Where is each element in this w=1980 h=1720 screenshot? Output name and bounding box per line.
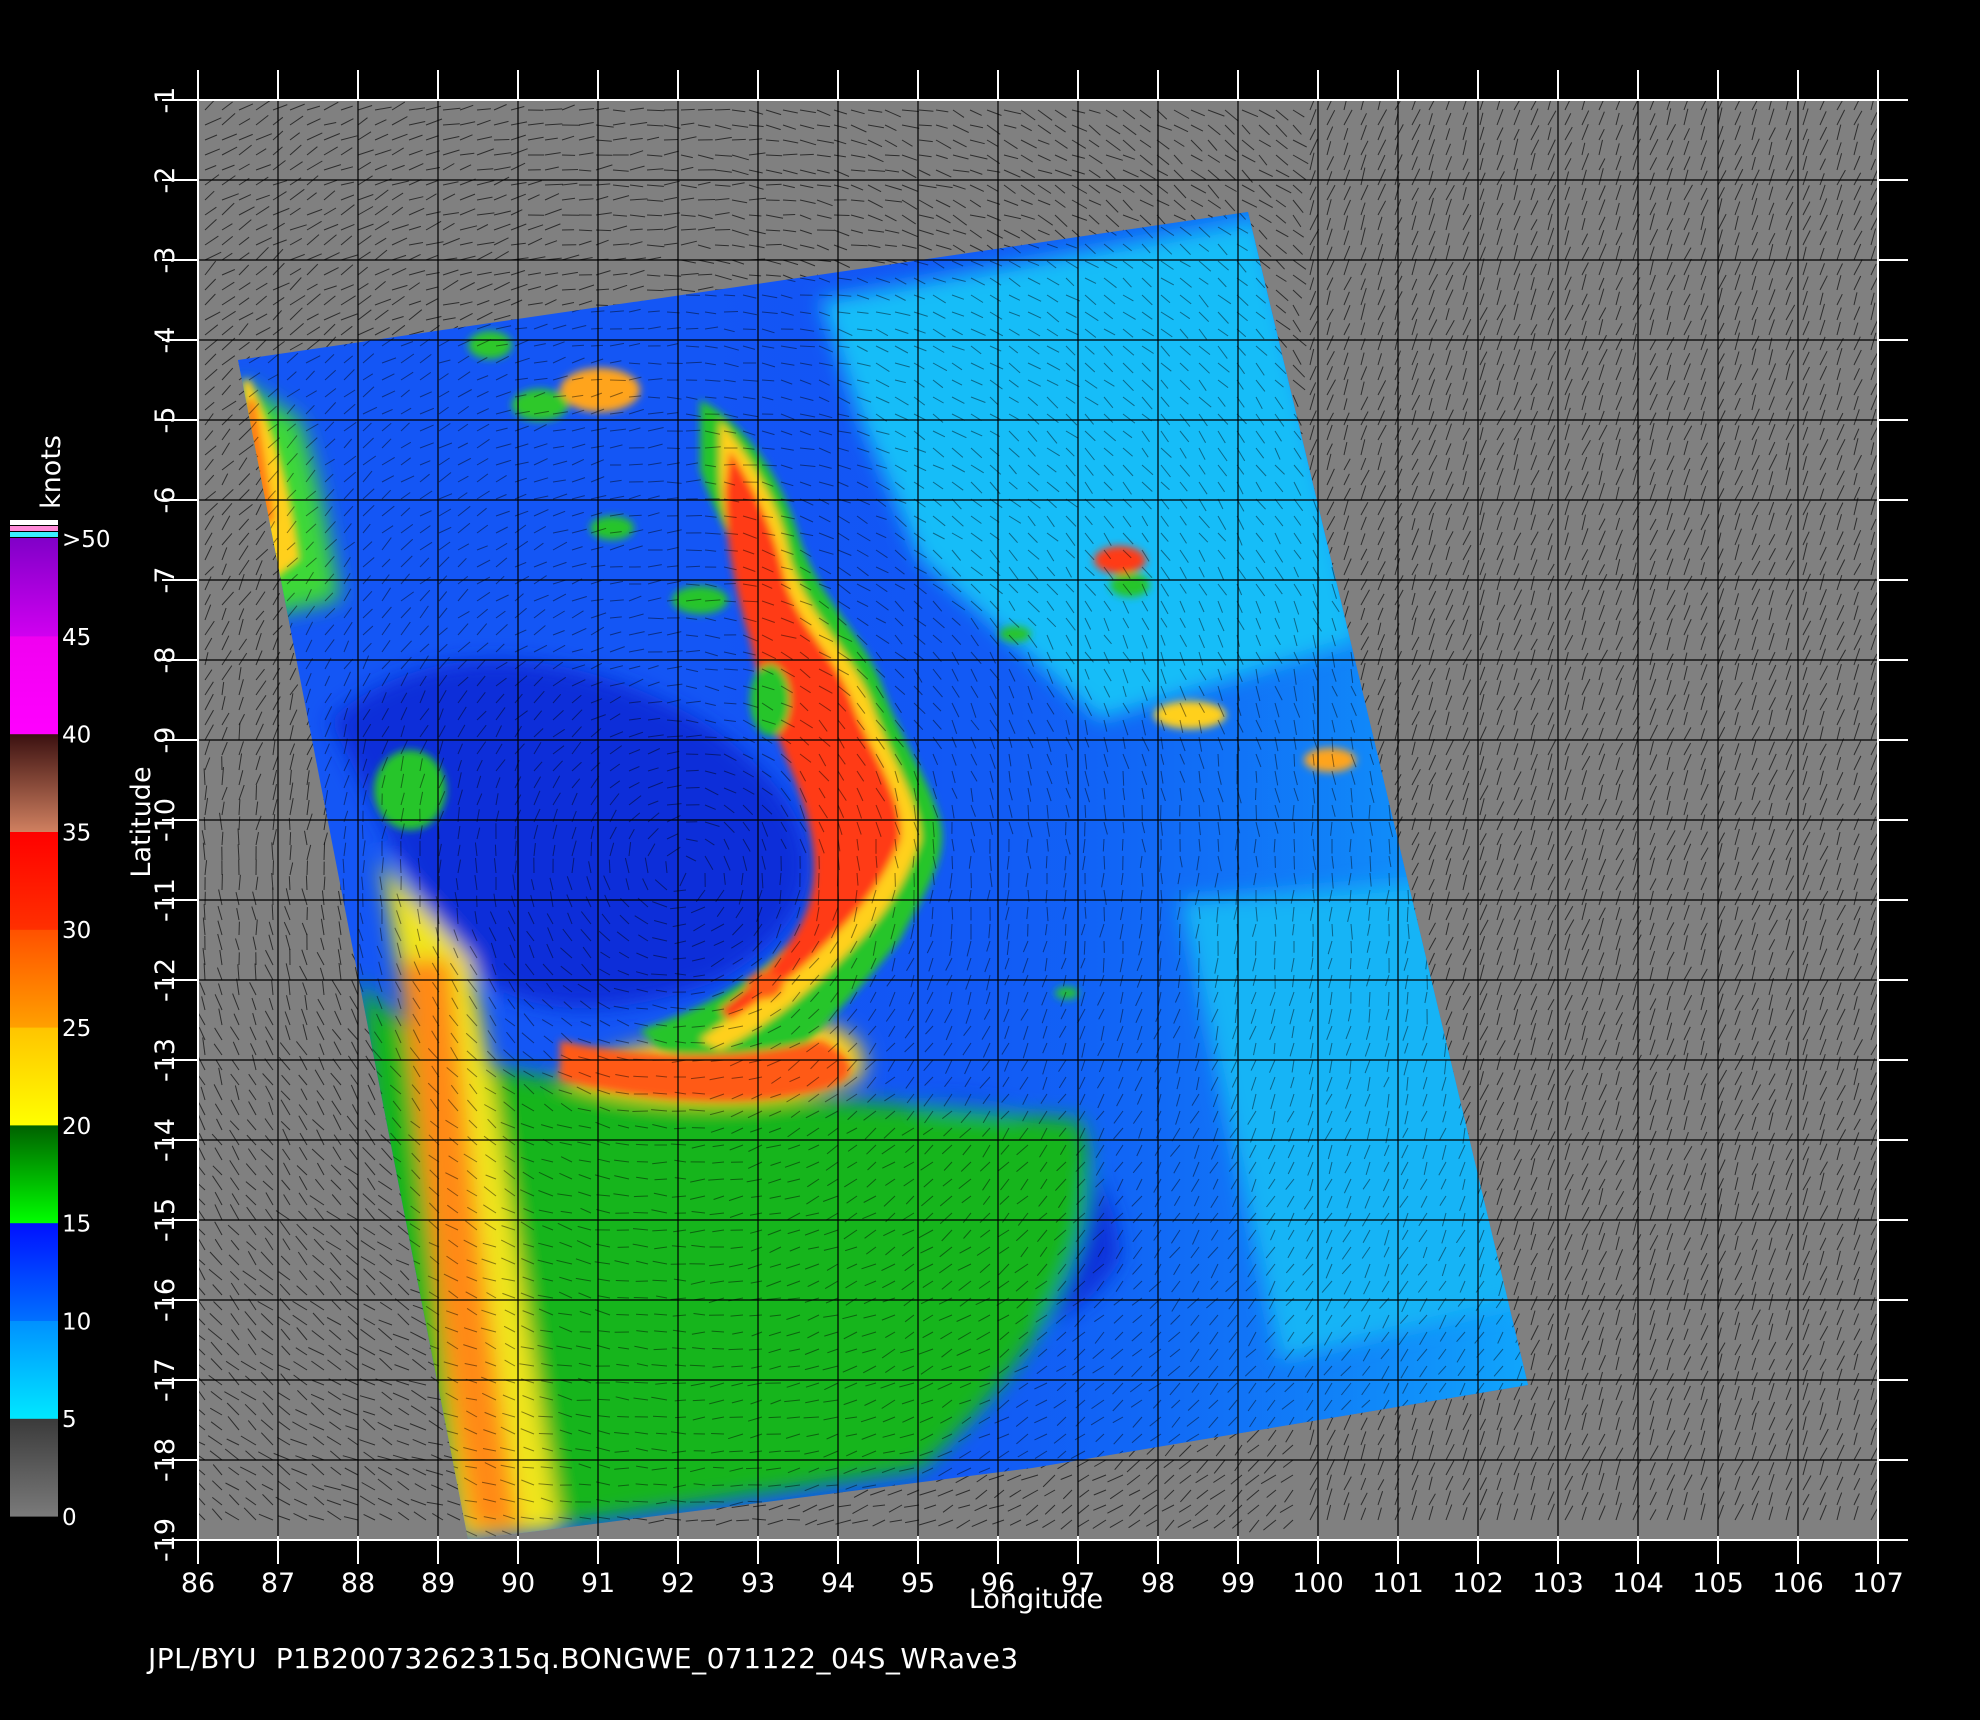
y-tick-label: -19	[150, 1518, 181, 1562]
x-tick-label: 86	[181, 1568, 215, 1599]
y-tick-label: -7	[150, 567, 181, 594]
y-tick-label: -3	[150, 247, 181, 274]
colorbar-band	[10, 1320, 58, 1419]
y-tick-label: -4	[150, 327, 181, 354]
colorbar-band	[10, 929, 58, 1028]
colorbar-band	[10, 1027, 58, 1126]
y-tick-label: -8	[150, 647, 181, 674]
x-tick-label: 90	[501, 1568, 535, 1599]
x-tick-label: 101	[1372, 1568, 1424, 1599]
colorbar-tick-label: 45	[62, 625, 91, 651]
y-tick-label: -17	[150, 1358, 181, 1402]
x-tick-label: 103	[1532, 1568, 1584, 1599]
colorbar-cap	[10, 532, 58, 537]
colorbar-tick-label: 40	[62, 723, 91, 749]
y-tick-label: -15	[150, 1198, 181, 1242]
y-tick-label: -2	[150, 167, 181, 194]
x-tick-label: 92	[661, 1568, 695, 1599]
colorbar-title: knots	[36, 435, 67, 509]
x-tick-label: 100	[1292, 1568, 1344, 1599]
x-axis-title: Longitude	[969, 1584, 1103, 1615]
colorbar-tick-label: 5	[62, 1407, 77, 1433]
colorbar-tick-label: 20	[62, 1114, 91, 1140]
y-tick-label: -13	[150, 1038, 181, 1082]
colorbar-band	[10, 1418, 58, 1517]
colorbar-cap	[10, 526, 58, 531]
wind-speed-map: 86 87 88 89 90 91 92 93 94 95 96 97 98 99 100 101 102 103…	[10, 70, 1908, 1615]
x-tick-label: 93	[741, 1568, 775, 1599]
y-tick-label: -12	[150, 958, 181, 1002]
colorbar-tick-label: 35	[62, 820, 91, 846]
y-tick-label: -11	[150, 878, 181, 922]
x-tick-label: 87	[261, 1568, 295, 1599]
x-tick-label: 105	[1692, 1568, 1744, 1599]
colorbar-tick-label: 0	[62, 1505, 77, 1531]
x-tick-label: 102	[1452, 1568, 1504, 1599]
colorbar-band	[10, 538, 58, 637]
y-tick-label: -5	[150, 407, 181, 434]
x-tick-label: 99	[1221, 1568, 1255, 1599]
colorbar-band	[10, 635, 58, 735]
colorbar-band	[10, 1124, 58, 1224]
x-tick-label: 106	[1772, 1568, 1824, 1599]
x-tick-label: 89	[421, 1568, 455, 1599]
colorbar-tick-label: 25	[62, 1016, 91, 1042]
y-tick-label: -1	[150, 87, 181, 114]
colorbar	[10, 520, 58, 1517]
x-tick-label: 104	[1612, 1568, 1664, 1599]
colorbar-cap	[10, 520, 58, 525]
colorbar-tick-label: 10	[62, 1309, 91, 1335]
colorbar-band	[10, 831, 58, 930]
x-tick-label: 98	[1141, 1568, 1175, 1599]
x-tick-label: 94	[821, 1568, 855, 1599]
colorbar-band	[10, 733, 58, 832]
colorbar-tick-label: 30	[62, 918, 91, 944]
footer-caption: JPL/BYU P1B20073262315q.BONGWE_071122_04…	[148, 1642, 1019, 1675]
y-tick-label: -18	[150, 1438, 181, 1482]
colorbar-tick-label: >50	[62, 527, 111, 553]
x-tick-label: 95	[901, 1568, 935, 1599]
y-tick-label: -6	[150, 487, 181, 514]
y-tick-label: -16	[150, 1278, 181, 1322]
x-tick-label: 88	[341, 1568, 375, 1599]
y-tick-label: -14	[150, 1118, 181, 1162]
colorbar-ticks: 0 5 10 15 20 25 30 35 40 45 >50	[62, 527, 111, 1531]
x-tick-label: 107	[1852, 1568, 1904, 1599]
colorbar-tick-label: 15	[62, 1212, 91, 1238]
y-tick-label: -9	[150, 727, 181, 754]
y-axis-title: Latitude	[126, 766, 157, 877]
colorbar-band	[10, 1222, 58, 1321]
x-tick-label: 91	[581, 1568, 615, 1599]
